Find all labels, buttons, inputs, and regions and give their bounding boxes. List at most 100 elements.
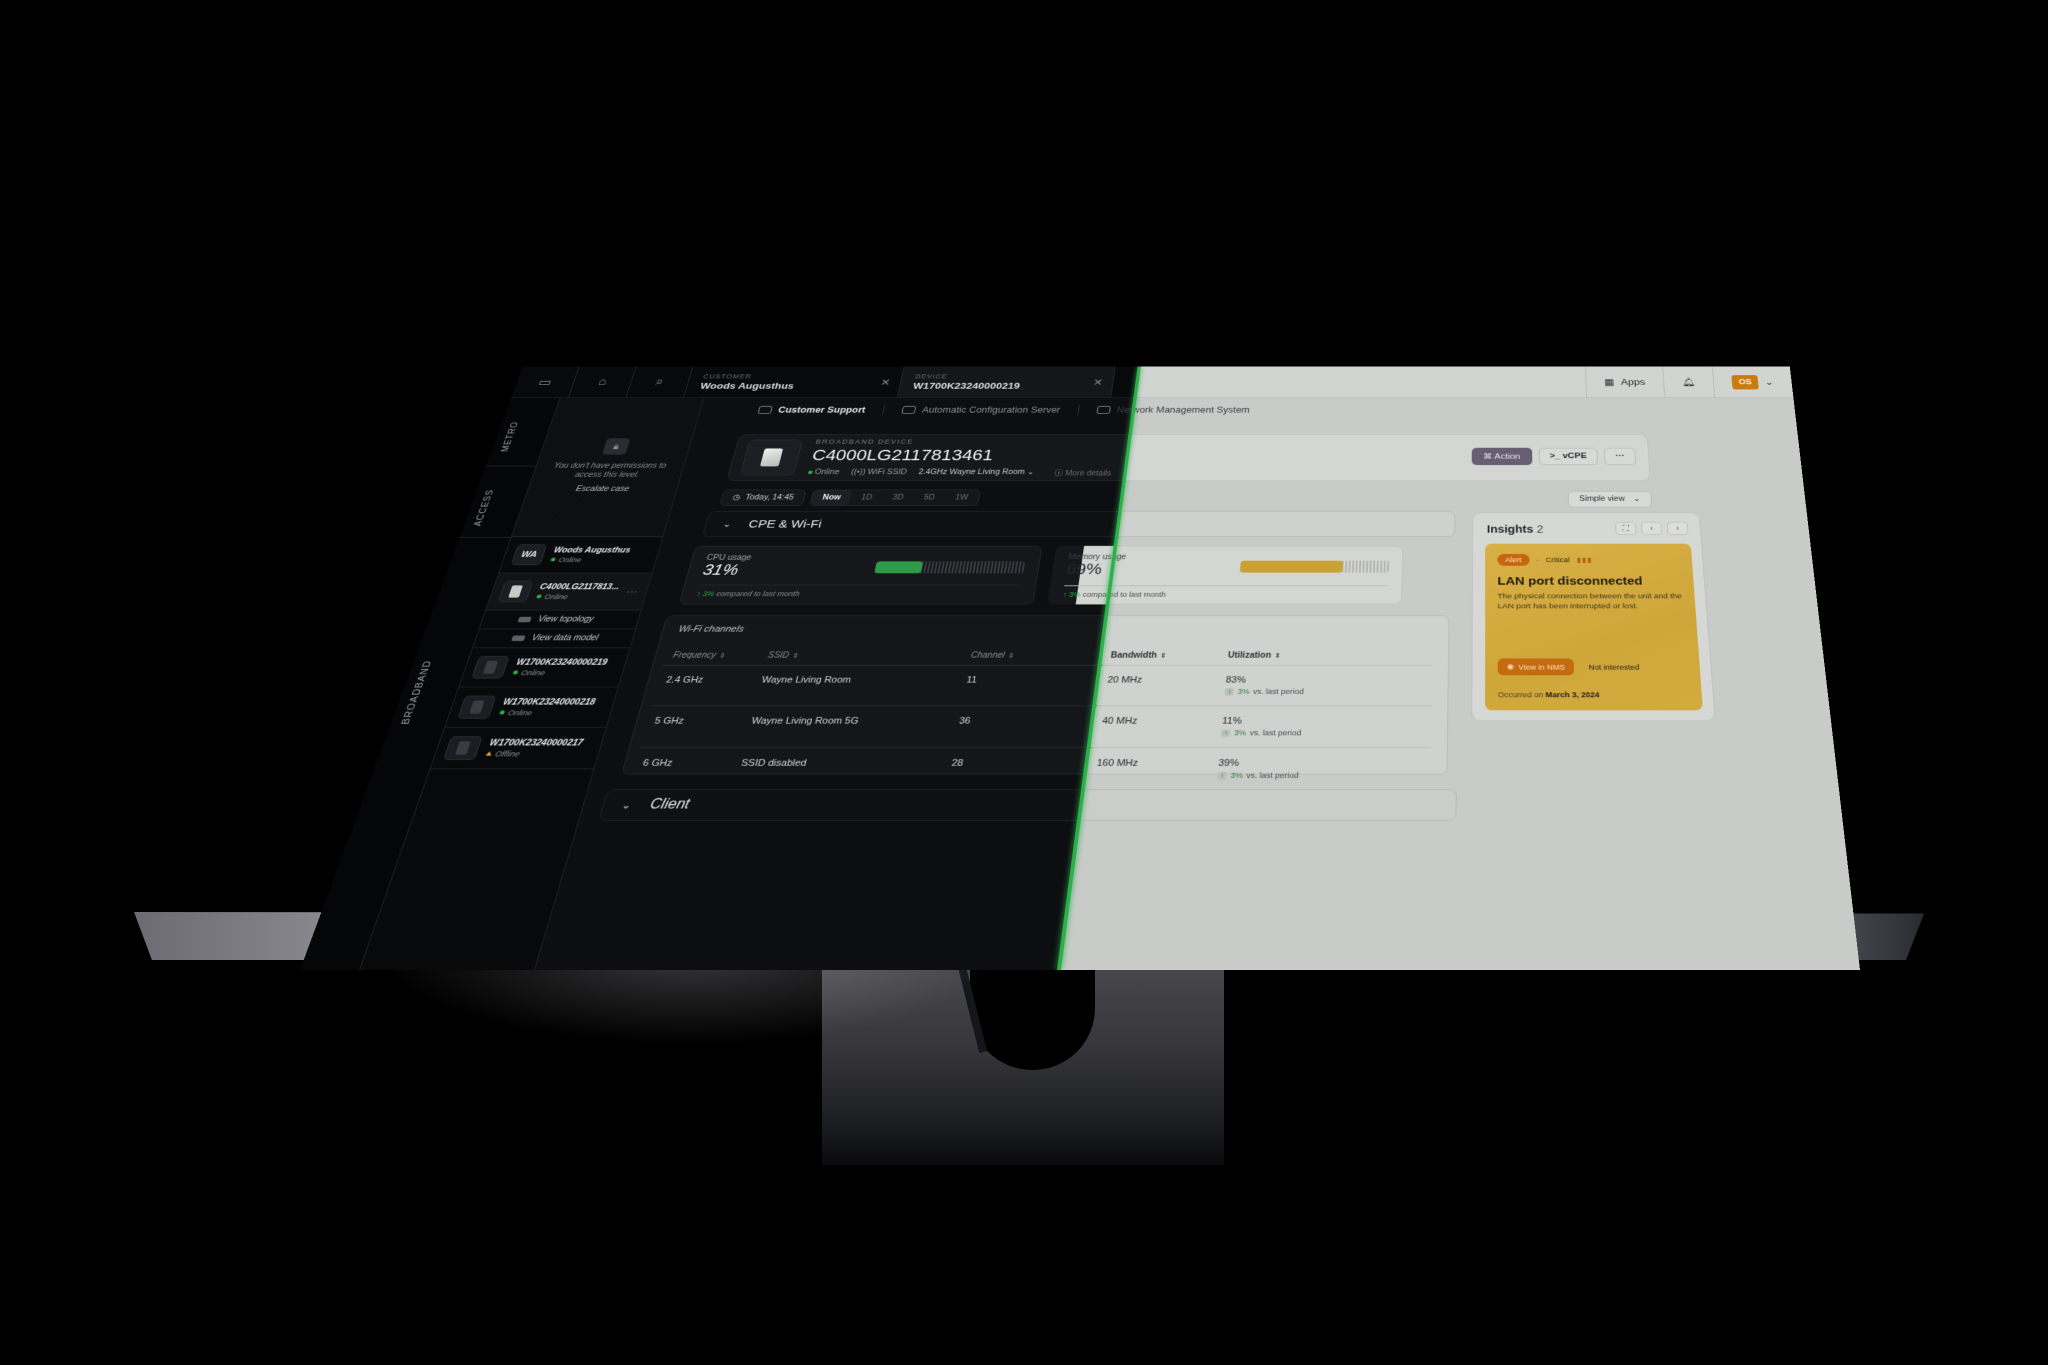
- section-title: Client: [648, 797, 692, 813]
- table-row[interactable]: 2.4 GHz Wayne Living Room 11 20 MHz 83% …: [651, 665, 1433, 706]
- action-label: Action: [1494, 452, 1521, 461]
- rail-level-broadband[interactable]: BROADBAND: [400, 660, 434, 724]
- close-icon[interactable]: ✕: [1092, 377, 1103, 388]
- range-1w[interactable]: 1W: [944, 490, 980, 505]
- apps-label: Apps: [1620, 377, 1646, 387]
- vcpe-label: vCPE: [1562, 451, 1587, 461]
- alert-occurred: Occurred on March 3, 2024: [1498, 691, 1600, 699]
- previous-icon[interactable]: ‹: [1640, 521, 1663, 535]
- action-button[interactable]: ⌘ Action: [1471, 447, 1533, 466]
- home-button[interactable]: ⌂: [568, 366, 637, 398]
- online-dot-icon: [499, 710, 506, 715]
- column-header-bandwidth[interactable]: Bandwidth ⇕: [1102, 646, 1222, 666]
- escalate-case-link[interactable]: Escalate case: [575, 485, 630, 493]
- next-icon[interactable]: ›: [1666, 521, 1689, 535]
- sort-icon: ⇕: [1160, 652, 1167, 660]
- rail-level-metro[interactable]: METRO: [500, 421, 521, 451]
- client-section-toggle[interactable]: ⌄ Client: [598, 789, 1457, 821]
- online-dot-icon: [512, 670, 519, 675]
- view-in-nms-button[interactable]: ◉ View in NMS: [1497, 658, 1575, 676]
- online-dot-icon: [536, 594, 543, 599]
- column-header-frequency[interactable]: Frequency ⇕: [663, 646, 763, 666]
- utilization-trend: ↑ 3% vs. last period: [1224, 687, 1424, 696]
- grid-icon: ▦: [1604, 376, 1615, 387]
- table-row[interactable]: 5 GHz Wayne Living Room 5G 36 40 MHz 11%…: [639, 705, 1432, 748]
- nav-customer-support[interactable]: Customer Support: [757, 405, 867, 415]
- chevron-down-icon: ⌄: [1764, 376, 1775, 387]
- view-mode-select[interactable]: Simple view ⌄: [1567, 490, 1653, 508]
- vcpe-button[interactable]: >_ vCPE: [1538, 447, 1599, 466]
- device-kicker: BROADBAND DEVICE: [815, 437, 915, 445]
- view-topology-link[interactable]: View topology: [479, 610, 641, 630]
- tab-device[interactable]: Device W1700K23240000219 ✕: [897, 366, 1116, 398]
- cell-frequency: 5 GHz: [639, 705, 749, 748]
- more-details-text: More details: [1064, 469, 1112, 478]
- cpe-wifi-section-toggle[interactable]: ⌄ CPE & Wi-Fi: [702, 511, 1455, 537]
- time-picker[interactable]: ◷ Today, 14:45: [719, 489, 807, 506]
- range-1d[interactable]: 1D: [849, 490, 884, 505]
- column-header-channel[interactable]: Channel ⇕: [961, 646, 1105, 666]
- info-icon: ⓘ: [1053, 469, 1064, 478]
- tab-kicker: Device: [914, 373, 949, 380]
- cell-frequency: 6 GHz: [641, 758, 674, 769]
- notifications-button[interactable]: 🔔︎: [1662, 366, 1715, 398]
- device-name: W1700K23240000218: [501, 697, 597, 707]
- tab-customer[interactable]: Customer Woods Augusthus ✕: [683, 366, 905, 398]
- utilization-value: 11%: [1221, 716, 1243, 727]
- nav-nms[interactable]: Network Management System: [1096, 405, 1250, 415]
- button-label: View in NMS: [1518, 662, 1566, 671]
- occurred-date: March 3, 2024: [1545, 690, 1600, 699]
- trend-delta: 3%: [1068, 590, 1082, 599]
- trend-up-icon: ↑: [1220, 729, 1231, 737]
- nav-acs[interactable]: Automatic Configuration Server: [901, 405, 1061, 415]
- nav-label: Customer Support: [777, 405, 867, 415]
- cell-ssid: SSID disabled: [739, 758, 808, 769]
- column-header-ssid[interactable]: SSID ⇕: [758, 646, 966, 666]
- cell-channel: 36: [947, 705, 1097, 748]
- router-icon: [759, 448, 784, 467]
- insights-count: 2: [1536, 523, 1544, 535]
- extender-icon: [455, 741, 471, 755]
- extender-icon: [482, 660, 499, 674]
- apps-button[interactable]: ▦ Apps: [1584, 366, 1665, 398]
- time-value: Today, 14:45: [744, 493, 795, 502]
- tree-device[interactable]: W1700K23240000218 Online: [444, 687, 618, 728]
- more-details-link[interactable]: ⓘ More details: [1053, 467, 1112, 478]
- range-3d[interactable]: 3D: [881, 490, 916, 505]
- tree-device[interactable]: W1700K23240000217 Offline: [430, 727, 606, 770]
- user-menu[interactable]: OS ⌄: [1711, 366, 1794, 398]
- nav-separator: [882, 404, 886, 416]
- expand-icon[interactable]: ⛶: [1615, 521, 1637, 535]
- device-name: W1700K23240000217: [488, 738, 585, 748]
- range-selector: Now 1D 3D 5D 1W: [809, 489, 981, 506]
- more-options-icon[interactable]: ···: [625, 586, 639, 597]
- close-icon[interactable]: ✕: [879, 377, 892, 388]
- trend-delta: 3%: [1233, 728, 1247, 738]
- extender-icon: [469, 700, 485, 714]
- table-row[interactable]: 6 GHz SSID disabled 28 160 MHz 39% ↑ 3% vs…: [628, 748, 1431, 791]
- device-thumbnail: [457, 695, 497, 719]
- range-5d[interactable]: 5D: [912, 490, 946, 505]
- rail-level-access[interactable]: ACCESS: [472, 489, 496, 526]
- sort-icon: ⇕: [1274, 652, 1282, 660]
- tab-value: W1700K23240000219: [912, 380, 1021, 391]
- tree-device-selected[interactable]: C4000LG2117813... Online ···: [485, 573, 652, 611]
- tree-device[interactable]: W1700K23240000219 Online: [459, 648, 630, 688]
- view-mode-value: Simple view: [1579, 495, 1625, 504]
- search-button[interactable]: ⌕: [626, 366, 694, 398]
- device-thumbnail: [442, 736, 483, 760]
- trend-delta: 3%: [701, 589, 716, 598]
- topology-icon: [517, 616, 532, 623]
- severity-label: Critical: [1545, 556, 1570, 564]
- column-header-utilization[interactable]: Utilization ⇕: [1219, 646, 1433, 666]
- tree-customer[interactable]: WA Woods Augusthus Online: [499, 537, 663, 574]
- more-actions-button[interactable]: ···: [1604, 447, 1637, 466]
- main-content: BROADBAND DEVICE C4000LG2117813461 Onlin…: [535, 422, 1860, 970]
- terminal-icon: >_: [1549, 451, 1561, 461]
- not-interested-button[interactable]: Not interested: [1588, 663, 1639, 671]
- view-data-model-link[interactable]: View data model: [472, 629, 635, 649]
- ssid-dropdown[interactable]: 2.4GHz Wayne Living Room ⌄: [918, 468, 1035, 476]
- range-now[interactable]: Now: [810, 490, 853, 506]
- monitor-stage: ▭ ⌂ ⌕ Customer Woods Augusthus ✕ Device …: [0, 0, 2048, 1365]
- device-name: W1700K23240000219: [515, 658, 609, 667]
